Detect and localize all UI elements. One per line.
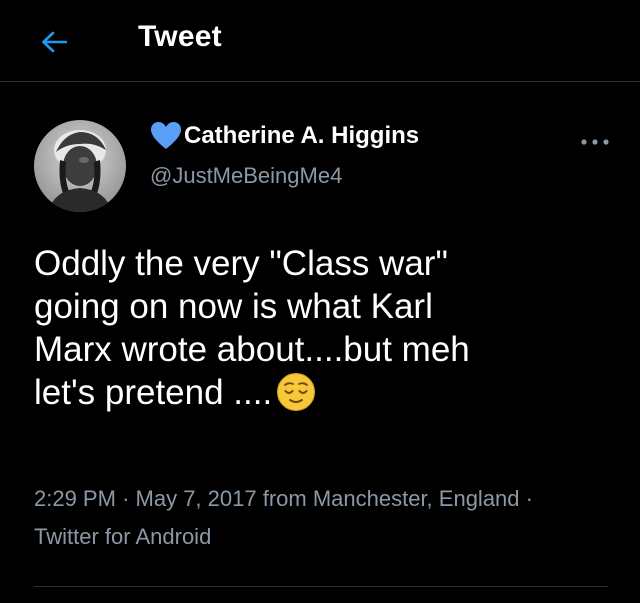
divider [34, 586, 608, 587]
author-name[interactable]: Catherine A. Higgins [150, 121, 419, 151]
top-bar: Tweet [0, 0, 640, 82]
tweet-text-line: Oddly the very "Class war" [34, 244, 448, 283]
blue-heart-icon [151, 122, 181, 149]
more-options-button[interactable] [575, 130, 615, 154]
tweet-text: Oddly the very "Class war" going on now … [34, 242, 614, 414]
meta-separator: · [122, 486, 130, 511]
display-name: Catherine A. Higgins [184, 122, 420, 149]
more-horizontal-icon [581, 139, 609, 145]
user-handle[interactable]: @JustMeBeingMe4 [150, 163, 342, 189]
tweet-date[interactable]: May 7, 2017 [136, 486, 257, 511]
relieved-face-emoji [277, 373, 316, 411]
tweet-text-line: let's pretend .... [34, 373, 273, 412]
meta-separator: · [525, 486, 533, 511]
page-title: Tweet [138, 20, 222, 53]
arrow-left-icon [42, 31, 67, 53]
tweet-meta: 2:29 PM · May 7, 2017 from Manchester, E… [34, 480, 594, 556]
tweet-client[interactable]: Twitter for Android [34, 524, 211, 549]
tweet-time[interactable]: 2:29 PM [34, 486, 116, 511]
back-button[interactable] [34, 22, 74, 62]
tweet-text-line: Marx wrote about....but meh [34, 330, 470, 369]
tweet-text-line: going on now is what Karl [34, 287, 433, 326]
tweet-location[interactable]: from Manchester, England [263, 486, 520, 511]
avatar[interactable] [34, 120, 126, 212]
